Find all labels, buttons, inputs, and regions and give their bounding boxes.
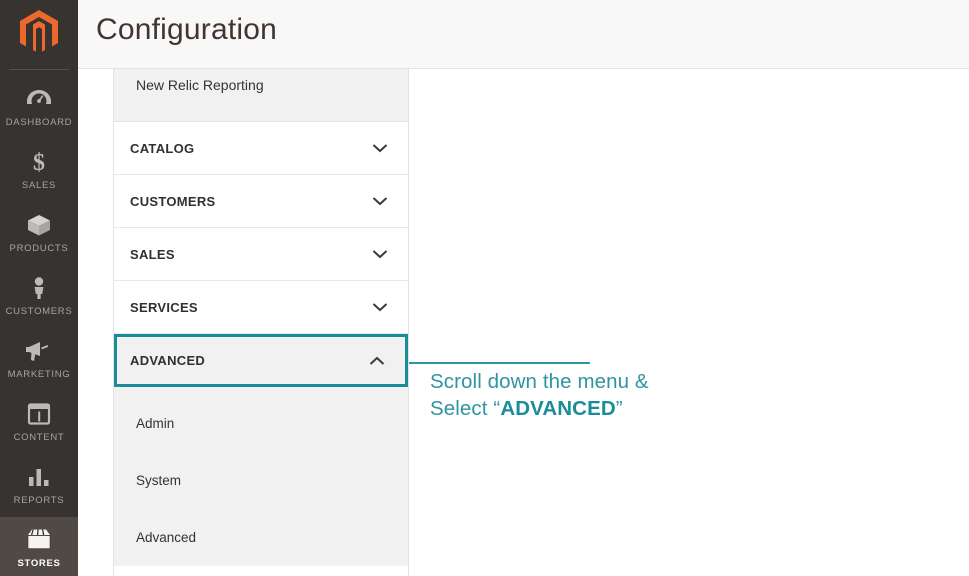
submenu-item-label: Admin [136, 416, 174, 431]
menu-section-advanced[interactable]: ADVANCED [114, 334, 408, 387]
menu-section-label: CUSTOMERS [130, 194, 216, 209]
annotation-line-2: Select “ADVANCED” [430, 395, 860, 422]
bar-chart-icon [26, 465, 52, 489]
annotation-connector-line [409, 362, 590, 364]
page-header: Configuration [78, 0, 969, 69]
rail-divider [9, 69, 69, 70]
chevron-down-icon [372, 196, 388, 206]
dollar-sign-icon: $ [26, 150, 52, 174]
sidebar-item-label: MARKETING [8, 369, 71, 380]
sidebar-item-label: CONTENT [14, 432, 65, 443]
sidebar-item-label: PRODUCTS [10, 243, 69, 254]
menu-section-customers[interactable]: CUSTOMERS [114, 175, 408, 228]
sidebar-item-label: REPORTS [14, 495, 65, 506]
sidebar-item-reports[interactable]: REPORTS [0, 454, 78, 517]
admin-page: DASHBOARD $ SALES PRODUCTS [0, 0, 969, 576]
sidebar-item-dashboard[interactable]: DASHBOARD [0, 76, 78, 139]
menu-section-label: ADVANCED [130, 353, 205, 368]
dashboard-gauge-icon [26, 87, 52, 111]
chevron-up-icon [369, 356, 385, 366]
sidebar-item-stores[interactable]: STORES [0, 517, 78, 576]
sidebar-item-sales[interactable]: $ SALES [0, 139, 78, 202]
sidebar-item-customers[interactable]: CUSTOMERS [0, 265, 78, 328]
sidebar-item-products[interactable]: PRODUCTS [0, 202, 78, 265]
sidebar-item-label: SALES [22, 180, 56, 191]
chevron-down-icon [372, 249, 388, 259]
configuration-menu: New Relic Reporting CATALOG CUSTOMERS SA… [113, 69, 409, 576]
magento-logo-icon [18, 9, 60, 60]
magento-logo[interactable] [0, 0, 78, 69]
submenu-item-label: System [136, 473, 181, 488]
page-title: Configuration [96, 13, 277, 47]
annotation-text: Scroll down the menu & Select “ADVANCED” [430, 368, 860, 422]
menu-section-label: SERVICES [130, 300, 198, 315]
submenu-item-system[interactable]: System [114, 452, 408, 509]
annotation-line-1: Scroll down the menu & [430, 368, 860, 395]
sidebar-item-marketing[interactable]: MARKETING [0, 328, 78, 391]
menu-item-label: New Relic Reporting [136, 77, 264, 93]
annotation-line-2-prefix: Select “ [430, 397, 500, 420]
box-icon [26, 213, 52, 237]
submenu-item-label: Advanced [136, 530, 196, 545]
admin-sidebar: DASHBOARD $ SALES PRODUCTS [0, 0, 78, 576]
submenu-item-admin[interactable]: Admin [114, 395, 408, 452]
menu-section-label: SALES [130, 247, 175, 262]
chevron-down-icon [372, 143, 388, 153]
store-awning-icon [24, 528, 54, 552]
svg-text:$: $ [33, 150, 45, 174]
menu-section-label: CATALOG [130, 141, 194, 156]
annotation-line-2-suffix: ” [616, 397, 623, 420]
sidebar-item-content[interactable]: CONTENT [0, 391, 78, 454]
layout-page-icon [26, 402, 52, 426]
advanced-submenu: Admin System Advanced [114, 387, 408, 566]
sidebar-item-label: CUSTOMERS [6, 306, 73, 317]
menu-section-services[interactable]: SERVICES [114, 281, 408, 334]
chevron-down-icon [372, 302, 388, 312]
megaphone-icon [25, 339, 53, 363]
menu-section-sales[interactable]: SALES [114, 228, 408, 281]
annotation-emphasis: ADVANCED [500, 397, 615, 420]
person-icon [26, 276, 52, 300]
submenu-item-advanced[interactable]: Advanced [114, 509, 408, 566]
sidebar-item-label: DASHBOARD [6, 117, 72, 128]
menu-item-new-relic-reporting[interactable]: New Relic Reporting [114, 69, 408, 122]
menu-section-catalog[interactable]: CATALOG [114, 122, 408, 175]
sidebar-item-label: STORES [17, 558, 60, 569]
